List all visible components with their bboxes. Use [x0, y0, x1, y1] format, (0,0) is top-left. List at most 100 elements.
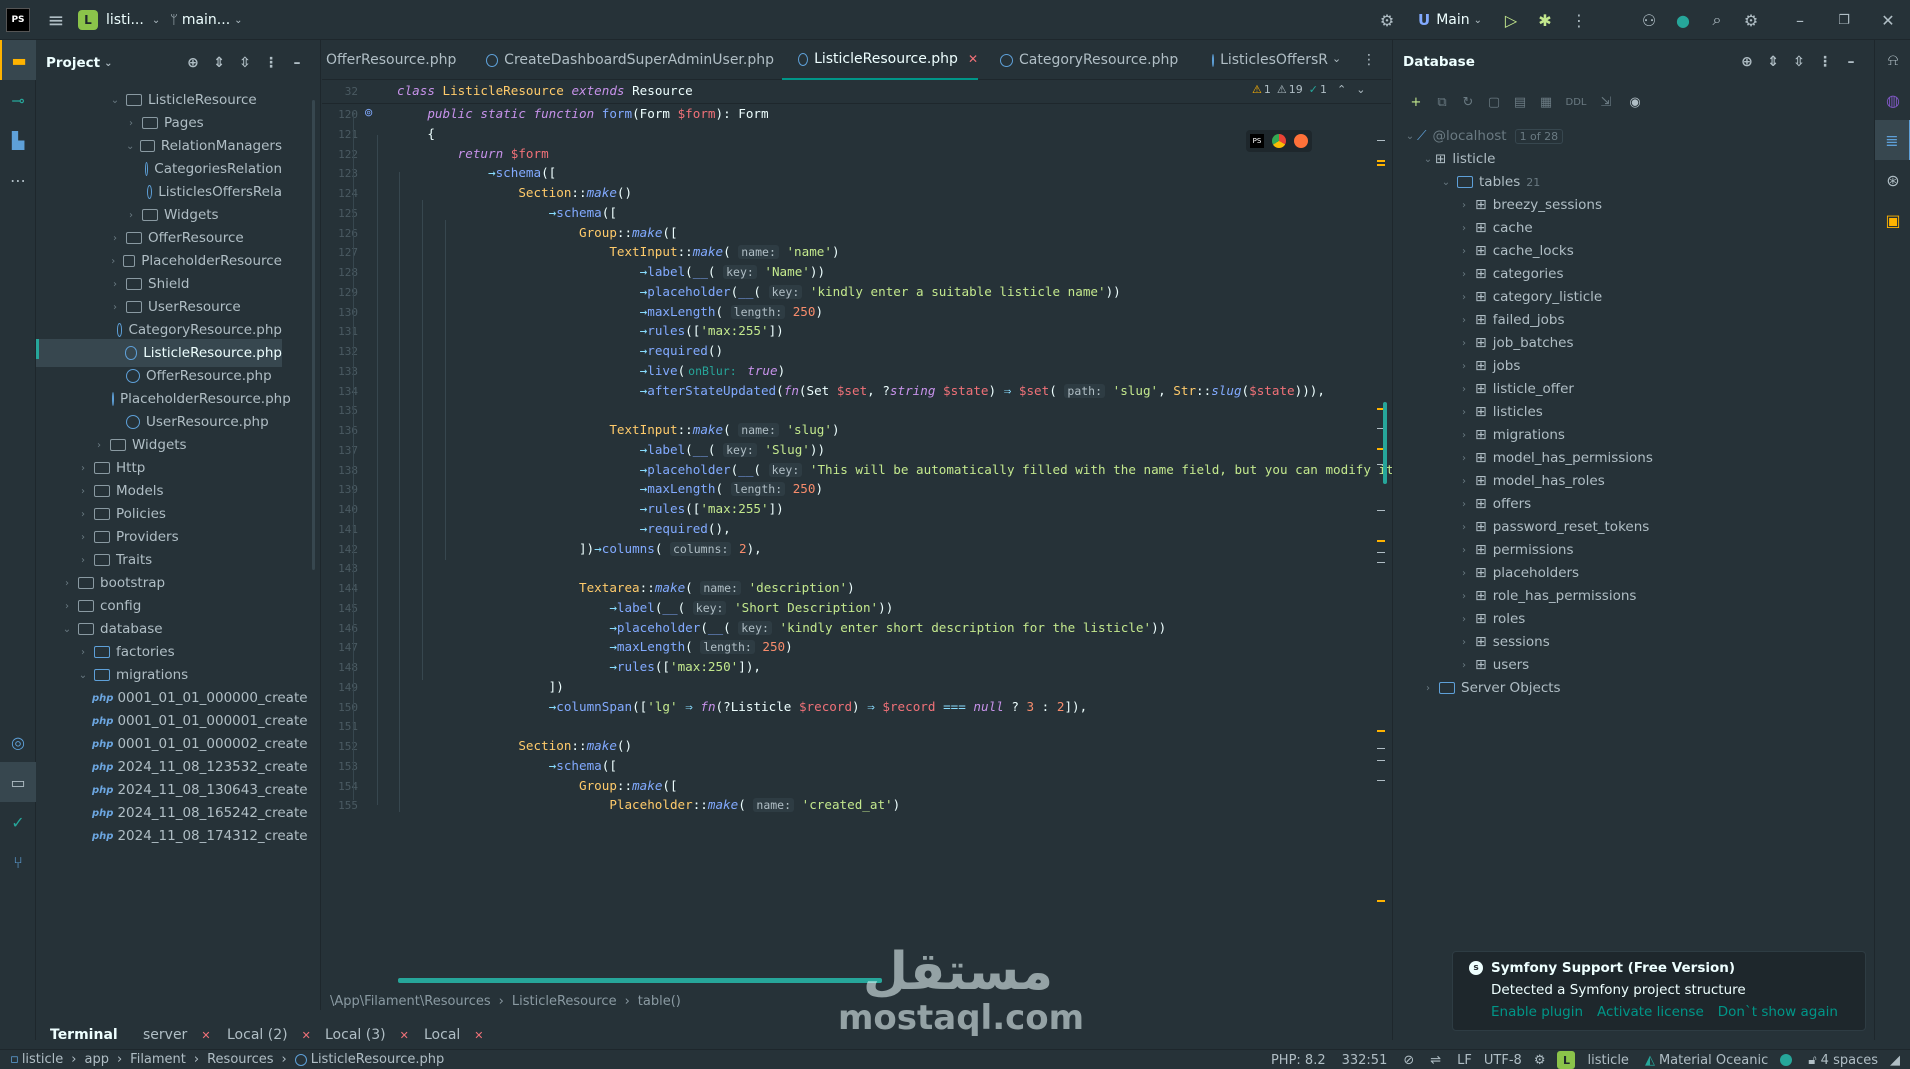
dont-show-again-link[interactable]: Don`t show again	[1718, 1004, 1838, 1020]
database-icon[interactable]: ≣	[1875, 120, 1910, 160]
project-selector[interactable]: L listi... ⌄	[78, 8, 160, 32]
chevron-right-icon[interactable]: ›	[124, 118, 138, 129]
tree-item[interactable]: php 2024_11_08_174312_create	[36, 822, 308, 850]
close-tab-icon[interactable]: ✕	[474, 1029, 483, 1042]
options-icon[interactable]: ⋮	[1812, 54, 1838, 70]
lock-icon[interactable]: 🔓︎	[1808, 1053, 1816, 1068]
add-user-icon[interactable]: ⚇	[1632, 11, 1666, 30]
breadcrumb-item[interactable]: table()	[638, 994, 681, 1009]
jump-icon[interactable]: ⇲	[1593, 95, 1619, 110]
tab-list-chevron-icon[interactable]: ⌄	[1332, 52, 1341, 65]
ai-chat-icon[interactable]: ◍	[1875, 80, 1910, 120]
stop-icon[interactable]: ▢	[1481, 95, 1507, 110]
chevron-right-icon[interactable]: ›	[92, 440, 106, 451]
view-options-eye-icon[interactable]: ◉	[1619, 95, 1651, 110]
chevron-right-icon[interactable]: ›	[1457, 407, 1471, 418]
chevron-right-icon[interactable]: ›	[1457, 522, 1471, 533]
file-encoding[interactable]: UTF-8	[1484, 1053, 1522, 1068]
project-folder-icon[interactable]: ▬	[0, 40, 36, 80]
remote-host-icon[interactable]: ⊛	[1875, 160, 1910, 200]
chevron-right-icon[interactable]: ›	[1457, 476, 1471, 487]
ddl-button[interactable]: DDL	[1559, 97, 1593, 108]
chevron-right-icon[interactable]: ›	[76, 463, 90, 474]
chevron-right-icon[interactable]: ›	[1457, 591, 1471, 602]
chevron-down-icon[interactable]: ⌄	[124, 141, 136, 152]
terminal-icon[interactable]: ▭	[0, 762, 36, 802]
notifications-bell-icon[interactable]: ⍾	[1875, 40, 1910, 80]
add-icon[interactable]: +	[1403, 95, 1429, 110]
chrome-icon[interactable]	[1272, 134, 1286, 148]
collapse-all-icon[interactable]: ⇳	[232, 55, 258, 71]
status-project[interactable]: listicle	[1587, 1053, 1628, 1068]
tab-terminal[interactable]: Terminal	[50, 1018, 118, 1052]
breadcrumb-item[interactable]: \App\Filament\Resources	[330, 994, 491, 1009]
chevron-right-icon[interactable]: ›	[1457, 660, 1471, 671]
services-icon[interactable]: ◎	[0, 722, 36, 762]
chevron-right-icon[interactable]: ›	[76, 532, 90, 543]
close-tab-icon[interactable]: ✕	[302, 1029, 311, 1042]
structure-icon[interactable]: ▙	[0, 120, 36, 160]
status-path-item[interactable]: Filament	[130, 1052, 186, 1067]
chevron-right-icon[interactable]: ›	[76, 486, 90, 497]
vertical-scrollbar-thumb[interactable]	[1383, 402, 1387, 484]
tab-offerresource[interactable]: OfferResource.php	[322, 40, 456, 80]
chevron-right-icon[interactable]: ›	[60, 578, 74, 589]
chevron-right-icon[interactable]: ›	[1457, 315, 1471, 326]
chevron-right-icon[interactable]: ›	[1457, 384, 1471, 395]
chevron-right-icon[interactable]: ›	[1457, 499, 1471, 510]
settings-gear-icon[interactable]: ⚙	[1734, 11, 1768, 30]
hide-panel-icon[interactable]: –	[284, 55, 310, 71]
chevron-right-icon[interactable]: ›	[1421, 683, 1435, 694]
branch-selector[interactable]: ᛘ main... ⌄	[170, 8, 243, 32]
copy-icon[interactable]: ⧉	[1429, 95, 1455, 110]
tab-terminal-local-3[interactable]: Local (3) ✕	[325, 1018, 409, 1052]
chevron-right-icon[interactable]: ›	[124, 210, 138, 221]
php-version[interactable]: PHP: 8.2	[1271, 1053, 1326, 1068]
search-icon[interactable]: ⌕	[1700, 10, 1734, 30]
chevron-right-icon[interactable]: ›	[108, 279, 122, 290]
hide-panel-icon[interactable]: –	[1838, 54, 1864, 70]
next-highlight-icon[interactable]: ⌄	[1356, 83, 1365, 96]
chevron-down-icon[interactable]: ⌄	[76, 670, 90, 681]
chevron-down-icon[interactable]: ⌄	[1439, 177, 1453, 188]
prev-highlight-icon[interactable]: ⌃	[1337, 83, 1346, 96]
chevron-right-icon[interactable]: ›	[1457, 361, 1471, 372]
run-config-selector[interactable]: U Main ⌄	[1418, 6, 1482, 34]
tab-terminal-local-2[interactable]: Local (2) ✕	[227, 1018, 311, 1052]
minimize-icon[interactable]: –	[1778, 11, 1822, 30]
chevron-down-icon[interactable]: ⌄	[108, 95, 122, 106]
chevron-right-icon[interactable]: ›	[1457, 453, 1471, 464]
horizontal-scrollbar-thumb[interactable]	[398, 978, 882, 983]
enable-plugin-link[interactable]: Enable plugin	[1491, 1004, 1583, 1020]
run-icon[interactable]: ▷	[1494, 11, 1528, 30]
chevron-right-icon[interactable]: ›	[1457, 200, 1471, 211]
code-editor[interactable]: 32 class ListicleResource extends Resour…	[322, 80, 1424, 985]
git-icon[interactable]: ⑂	[0, 842, 36, 882]
phpstorm-browser-icon[interactable]: PS	[1250, 134, 1264, 148]
tab-createdashboardsuperadminuser[interactable]: CreateDashboardSuperAdminUser.php	[482, 40, 774, 80]
tab-options-icon[interactable]: ⋮	[1362, 52, 1376, 68]
restore-icon[interactable]: ❐	[1822, 13, 1866, 28]
close-tab-icon[interactable]: ✕	[400, 1029, 409, 1042]
options-icon[interactable]: ⋮	[258, 55, 284, 71]
debug-bug-icon[interactable]: ⚙	[1370, 11, 1404, 30]
project-panel-title[interactable]: Project	[46, 55, 100, 71]
more-icon[interactable]: ⋮	[1562, 11, 1596, 30]
status-path-item[interactable]: Resources	[207, 1052, 273, 1067]
chevron-right-icon[interactable]: ›	[1457, 292, 1471, 303]
indent-setting[interactable]: 4 spaces	[1821, 1053, 1878, 1068]
chevron-right-icon[interactable]: ›	[76, 555, 90, 566]
locate-target-icon[interactable]: ⊕	[180, 55, 206, 71]
caret-position[interactable]: 332:51	[1342, 1053, 1388, 1068]
problems-check-icon[interactable]: ✓	[0, 802, 36, 842]
chevron-right-icon[interactable]: ›	[1457, 614, 1471, 625]
tab-listicleresource[interactable]: ListicleResource.php ✕	[782, 40, 978, 80]
settings-gear-icon[interactable]: ⚙	[1534, 1053, 1546, 1068]
tab-listiclesoffers[interactable]: ListiclesOffersR	[1198, 40, 1328, 80]
breadcrumb-item[interactable]: ListicleResource	[512, 994, 617, 1009]
tab-terminal-server[interactable]: server ✕	[143, 1018, 211, 1052]
status-path-item[interactable]: app	[84, 1052, 108, 1067]
properties-icon[interactable]: ▤	[1507, 95, 1533, 110]
vcs-icon[interactable]: ⇌	[1430, 1053, 1441, 1068]
chevron-right-icon[interactable]: ›	[1457, 430, 1471, 441]
